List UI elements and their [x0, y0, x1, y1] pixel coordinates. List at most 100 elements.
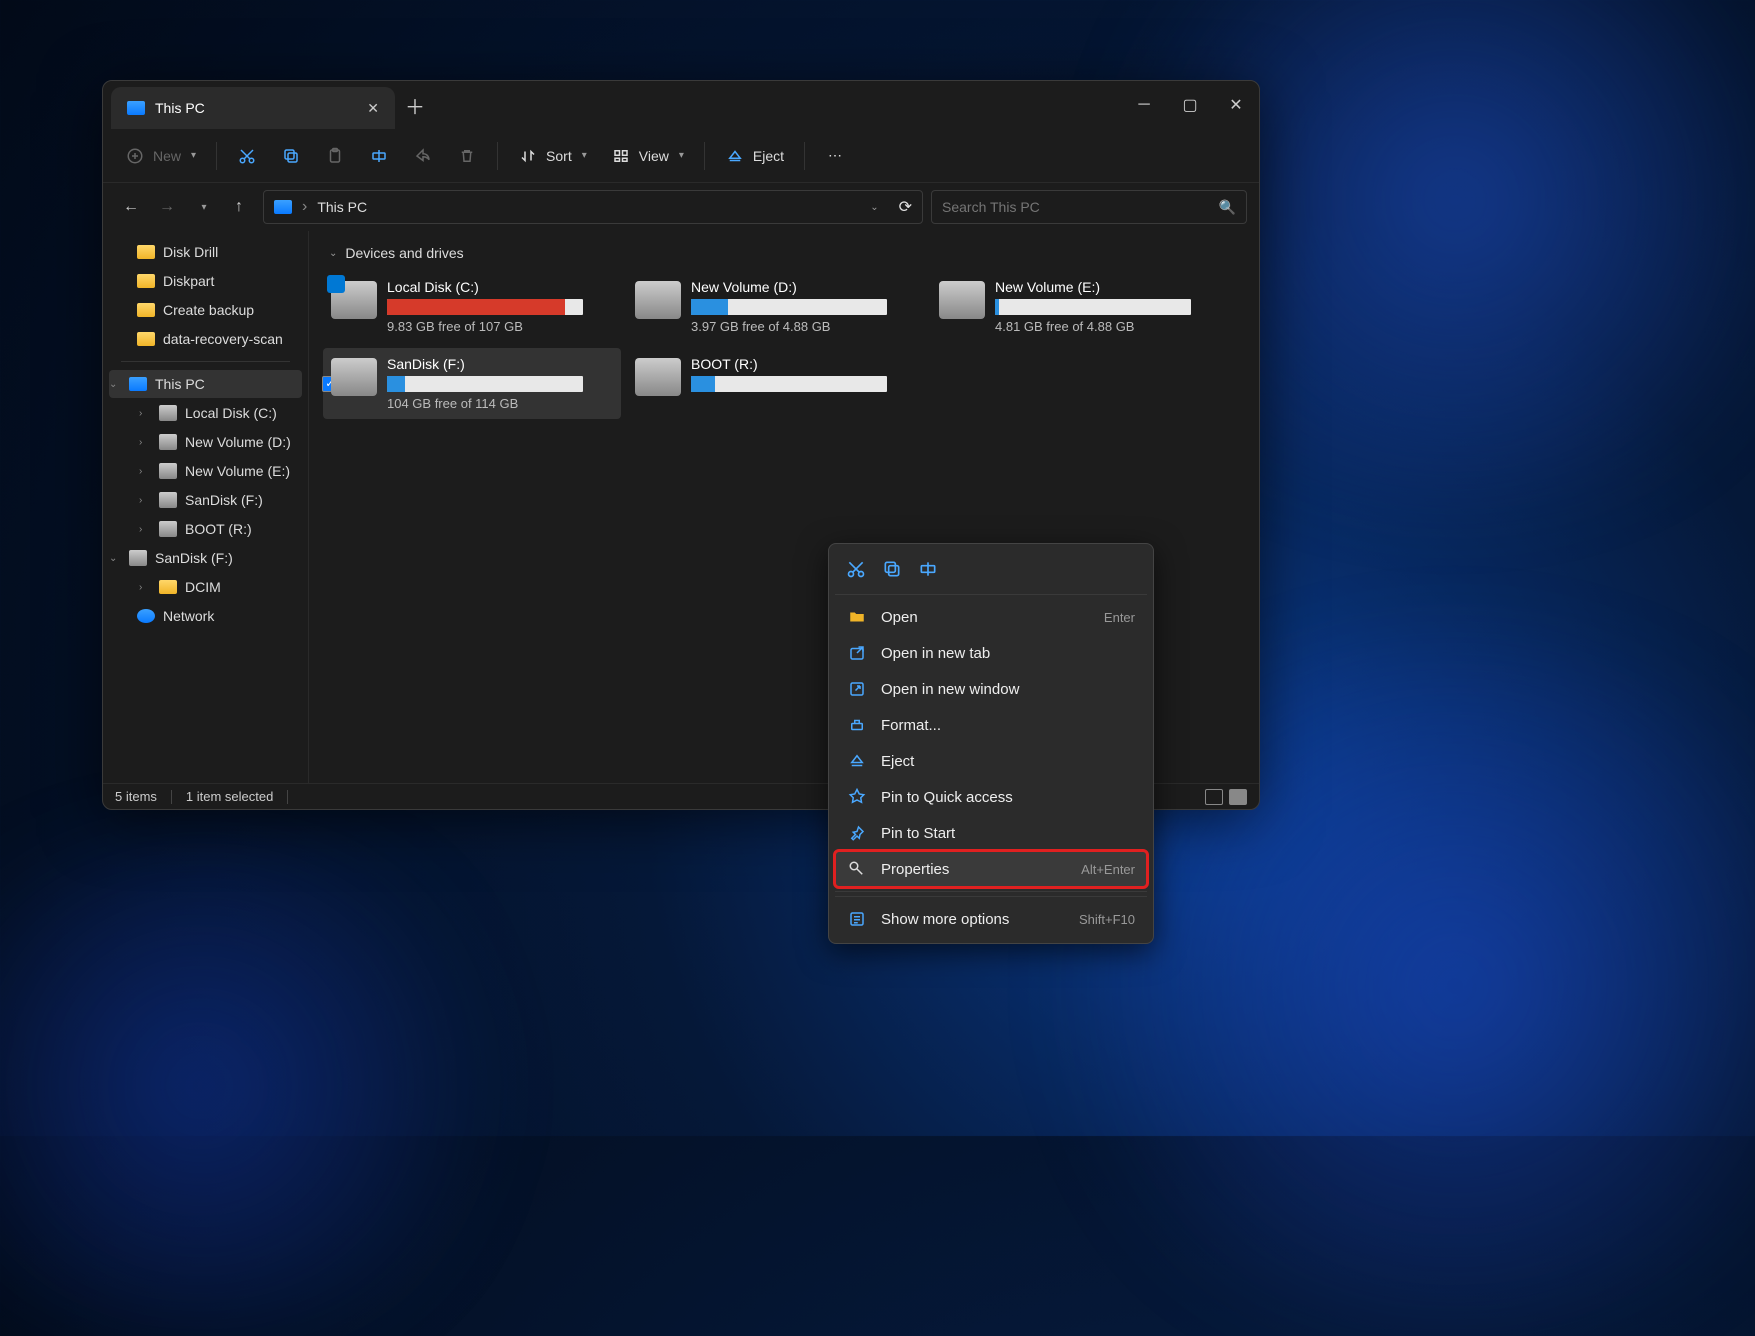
details-view-button[interactable]	[1205, 789, 1223, 805]
refresh-button[interactable]: ⟳	[899, 197, 912, 217]
context-item-eject[interactable]: Eject	[835, 743, 1147, 779]
context-menu: Open Enter Open in new tab Open in new w…	[828, 543, 1154, 944]
context-menu-top-row	[835, 550, 1147, 590]
search-box[interactable]: 🔍	[931, 190, 1247, 224]
drive-item[interactable]: ✓ New Volume (D:) 3.97 GB free of 4.88 G…	[627, 271, 925, 342]
new-tab-button[interactable]: ＋	[395, 81, 435, 129]
context-item-open[interactable]: Open Enter	[835, 599, 1147, 635]
close-window-button[interactable]: ✕	[1213, 81, 1259, 129]
group-header[interactable]: ⌄ Devices and drives	[323, 241, 1245, 271]
sidebar-item-diskpart[interactable]: Diskpart	[109, 267, 302, 295]
sidebar-item-dcim[interactable]: ›DCIM	[109, 573, 302, 601]
sidebar-item-boot-r[interactable]: ›BOOT (R:)	[109, 515, 302, 543]
rename-icon[interactable]	[917, 558, 939, 580]
chevron-down-icon[interactable]: ⌄	[109, 379, 121, 390]
back-button[interactable]: ←	[115, 191, 147, 223]
context-item-pin-to-start[interactable]: Pin to Start	[835, 815, 1147, 851]
drive-item[interactable]: ✓ BOOT (R:)	[627, 348, 925, 419]
chevron-right-icon[interactable]: ›	[139, 495, 151, 506]
drive-item[interactable]: ✓ New Volume (E:) 4.81 GB free of 4.88 G…	[931, 271, 1229, 342]
context-item-label: Properties	[881, 861, 949, 878]
sidebar-item-local-disk-c[interactable]: ›Local Disk (C:)	[109, 399, 302, 427]
drive-name: Local Disk (C:)	[387, 279, 613, 295]
context-item-label: Pin to Start	[881, 825, 955, 842]
tab-close-button[interactable]: ✕	[367, 100, 379, 117]
status-item-count: 5 items	[115, 789, 157, 804]
sidebar-item-data-recovery[interactable]: data-recovery-scan	[109, 325, 302, 353]
pin-icon	[847, 788, 867, 806]
sidebar-item-new-volume-d[interactable]: ›New Volume (D:)	[109, 428, 302, 456]
forward-button[interactable]: →	[151, 191, 183, 223]
copy-button[interactable]	[271, 140, 311, 172]
paste-button[interactable]	[315, 140, 355, 172]
titlebar: This PC ✕ ＋ ─ ▢ ✕	[103, 81, 1259, 129]
chevron-right-icon[interactable]: ›	[139, 466, 151, 477]
sidebar-item-disk-drill[interactable]: Disk Drill	[109, 238, 302, 266]
tab-title: This PC	[155, 100, 357, 116]
chevron-down-icon[interactable]: ⌄	[870, 202, 878, 213]
drive-usage-bar	[387, 299, 583, 315]
sidebar-item-sandisk-root[interactable]: ⌄SanDisk (F:)	[109, 544, 302, 572]
chevron-right-icon[interactable]: ›	[139, 408, 151, 419]
delete-button[interactable]	[447, 140, 487, 172]
sidebar-item-new-volume-e[interactable]: ›New Volume (E:)	[109, 457, 302, 485]
address-bar[interactable]: › This PC ⌄ ⟳	[263, 190, 923, 224]
chevron-right-icon[interactable]: ›	[139, 524, 151, 535]
maximize-button[interactable]: ▢	[1167, 81, 1213, 129]
drive-icon	[159, 492, 177, 508]
context-item-shortcut: Shift+F10	[1079, 912, 1135, 927]
chevron-right-icon[interactable]: ›	[139, 582, 151, 593]
more-button[interactable]: ⋯	[815, 140, 855, 172]
copy-icon[interactable]	[881, 558, 903, 580]
context-item-properties[interactable]: Properties Alt+Enter	[835, 851, 1147, 887]
sort-button[interactable]: Sort ▾	[508, 140, 597, 172]
folder-icon	[137, 332, 155, 346]
context-item-label: Show more options	[881, 911, 1009, 928]
format-icon	[847, 716, 867, 734]
breadcrumb-location[interactable]: This PC	[317, 199, 367, 215]
rename-button[interactable]	[359, 140, 399, 172]
toolbar: New ▾ Sort ▾ View ▾ Eject ⋯	[103, 129, 1259, 183]
eject-button[interactable]: Eject	[715, 140, 794, 172]
drive-free-text: 104 GB free of 114 GB	[387, 396, 613, 411]
context-item-pin-to-quick-access[interactable]: Pin to Quick access	[835, 779, 1147, 815]
sidebar-item-this-pc[interactable]: ⌄This PC	[109, 370, 302, 398]
sidebar-item-sandisk-f[interactable]: ›SanDisk (F:)	[109, 486, 302, 514]
tab-this-pc[interactable]: This PC ✕	[111, 87, 395, 129]
drive-item[interactable]: ✓ SanDisk (F:) 104 GB free of 114 GB	[323, 348, 621, 419]
drive-item[interactable]: ✓ Local Disk (C:) 9.83 GB free of 107 GB	[323, 271, 621, 342]
folder-icon	[137, 245, 155, 259]
search-input[interactable]	[942, 199, 1219, 215]
folder-icon	[137, 274, 155, 288]
minimize-button[interactable]: ─	[1121, 81, 1167, 129]
drive-free-text: 9.83 GB free of 107 GB	[387, 319, 613, 334]
context-item-format-[interactable]: Format...	[835, 707, 1147, 743]
chevron-down-icon: ▾	[582, 150, 587, 161]
view-button[interactable]: View ▾	[601, 140, 694, 172]
tiles-view-button[interactable]	[1229, 789, 1247, 805]
new-button[interactable]: New ▾	[115, 140, 206, 172]
sidebar-item-network[interactable]: Network	[109, 602, 302, 630]
drive-icon	[129, 550, 147, 566]
sidebar: Disk Drill Diskpart Create backup data-r…	[103, 231, 309, 783]
chevron-down-icon: ▾	[679, 150, 684, 161]
drive-icon	[159, 463, 177, 479]
context-item-label: Open in new window	[881, 681, 1019, 698]
share-button[interactable]	[403, 140, 443, 172]
recent-button[interactable]: ▾	[187, 191, 219, 223]
content-area: ⌄ Devices and drives ✓ Local Disk (C:) 9…	[309, 231, 1259, 783]
chevron-down-icon[interactable]: ⌄	[109, 553, 121, 564]
cut-button[interactable]	[227, 140, 267, 172]
cut-icon[interactable]	[845, 558, 867, 580]
context-item-open-in-new-window[interactable]: Open in new window	[835, 671, 1147, 707]
pc-icon	[274, 200, 292, 214]
drive-usage-bar	[691, 299, 887, 315]
chevron-down-icon: ▾	[191, 150, 196, 161]
sidebar-item-create-backup[interactable]: Create backup	[109, 296, 302, 324]
up-button[interactable]: ↑	[223, 191, 255, 223]
copy-icon	[281, 146, 301, 166]
context-item-show-more-options[interactable]: Show more options Shift+F10	[835, 901, 1147, 937]
chevron-right-icon[interactable]: ›	[139, 437, 151, 448]
drive-usage-bar	[995, 299, 1191, 315]
context-item-open-in-new-tab[interactable]: Open in new tab	[835, 635, 1147, 671]
